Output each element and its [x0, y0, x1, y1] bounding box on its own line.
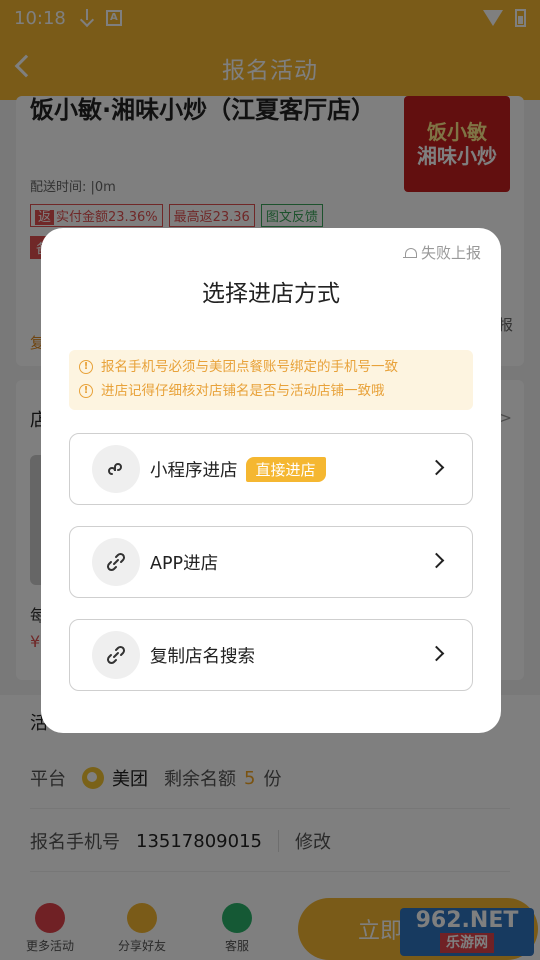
mini-program-entry-option[interactable]: 小程序进店 直接进店: [69, 433, 473, 505]
info-icon: !: [79, 360, 93, 374]
chevron-right-icon: [428, 552, 445, 569]
alarm-icon: [402, 246, 417, 260]
link-icon: [92, 538, 140, 586]
notice-box: ! 报名手机号必须与美团点餐账号绑定的手机号一致 ! 进店记得仔细核对店铺名是否…: [69, 350, 473, 410]
link-icon: [92, 631, 140, 679]
info-icon: !: [79, 384, 93, 398]
option-label: APP进店: [150, 553, 219, 574]
direct-entry-badge: 直接进店: [245, 456, 326, 482]
chevron-right-icon: [428, 645, 445, 662]
failure-report-label: 失败上报: [420, 244, 481, 262]
option-label: 复制店名搜索: [150, 646, 255, 667]
option-label: 小程序进店: [150, 460, 238, 481]
chevron-right-icon: [428, 459, 445, 476]
notice-text: 进店记得仔细核对店铺名是否与活动店铺一致哦: [101, 383, 385, 399]
app-entry-option[interactable]: APP进店: [69, 526, 473, 598]
dialog-title: 选择进店方式: [202, 281, 340, 307]
notice-line: ! 进店记得仔细核对店铺名是否与活动店铺一致哦: [79, 379, 463, 403]
failure-report-button[interactable]: 失败上报: [402, 242, 481, 263]
notice-line: ! 报名手机号必须与美团点餐账号绑定的手机号一致: [79, 355, 463, 379]
entry-method-dialog: 失败上报 选择进店方式 ! 报名手机号必须与美团点餐账号绑定的手机号一致 ! 进…: [41, 228, 501, 733]
notice-text: 报名手机号必须与美团点餐账号绑定的手机号一致: [101, 359, 398, 375]
mini-program-icon: [92, 445, 140, 493]
copy-name-search-option[interactable]: 复制店名搜索: [69, 619, 473, 691]
